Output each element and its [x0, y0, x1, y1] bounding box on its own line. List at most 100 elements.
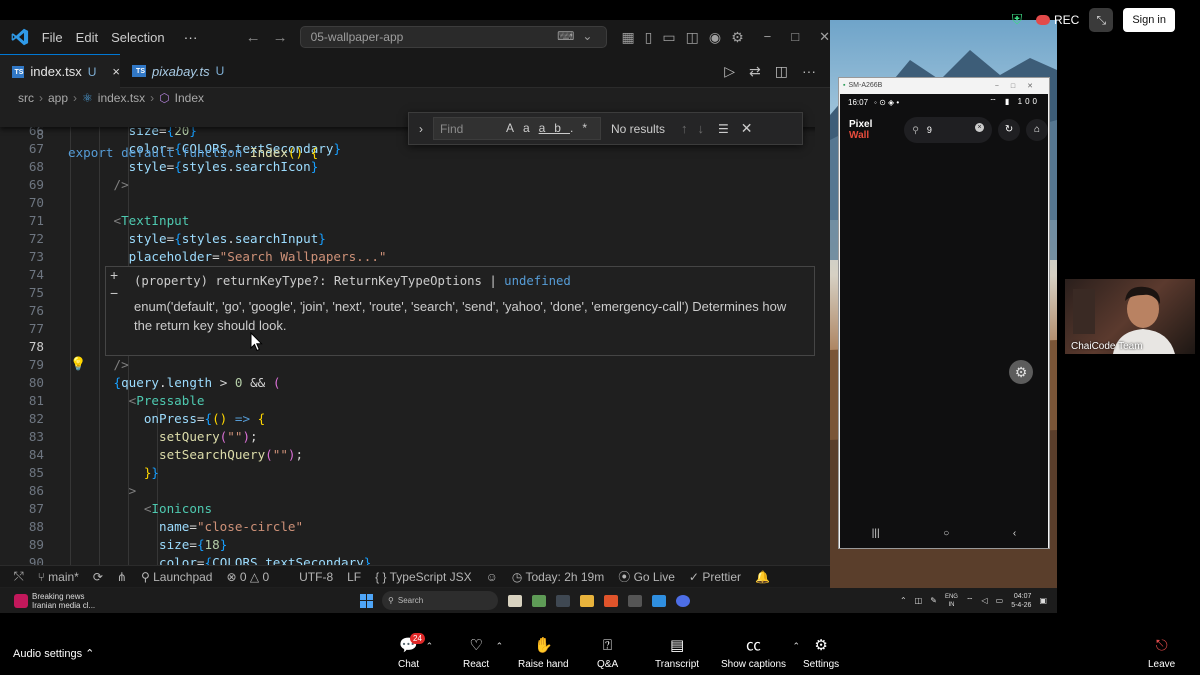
sync-icon[interactable]: ⟳ — [93, 570, 103, 584]
windows-start-icon[interactable] — [360, 593, 374, 608]
tab-close-icon[interactable]: × — [112, 64, 120, 79]
more-actions-icon[interactable]: ··· — [802, 63, 816, 80]
menu-more-button[interactable]: ··· — [184, 29, 198, 45]
find-input[interactable]: Find Aaab.* — [433, 117, 601, 140]
notification-icon[interactable]: ▣ — [1039, 596, 1047, 605]
audio-settings-button[interactable]: Audio settings ⌃ — [13, 647, 94, 660]
taskbar-clock[interactable]: 04:07 5-4-26 — [1011, 592, 1031, 610]
breadcrumb-symbol[interactable]: Index — [175, 91, 204, 105]
split-editor-icon[interactable]: ◫ — [775, 63, 788, 80]
zoom-taskbar-icon[interactable] — [676, 594, 690, 607]
increase-verbosity-icon[interactable]: + — [110, 267, 118, 283]
customize-layout-icon[interactable]: ▦ — [621, 29, 634, 46]
wakatime-item[interactable]: ◷ Today: 2h 19m — [512, 570, 604, 584]
home-button-icon[interactable]: ○ — [943, 528, 949, 539]
maximize-icon[interactable]: □ — [791, 29, 799, 45]
qa-button[interactable]: ⍰ Q&A — [597, 637, 618, 670]
language-mode-item[interactable]: { } TypeScript JSX — [375, 570, 472, 584]
next-match-icon[interactable]: ↓ — [698, 121, 715, 136]
maximize-icon[interactable]: □ — [1011, 83, 1027, 90]
sign-in-button[interactable]: Sign in — [1123, 8, 1175, 32]
settings-button[interactable]: ⚙ Settings — [803, 637, 839, 670]
brave-browser-icon[interactable] — [604, 594, 618, 607]
leave-button[interactable]: ⎋ Leave — [1148, 637, 1175, 670]
command-center[interactable]: 05-wallpaper-app ⌨⌄ — [299, 26, 608, 48]
floating-settings-gear-icon[interactable]: ⚙ — [1009, 360, 1033, 384]
close-find-icon[interactable]: ✕ — [741, 120, 753, 137]
close-icon[interactable]: ✕ — [1027, 83, 1045, 90]
terminal-app-icon[interactable] — [556, 594, 570, 607]
chevron-up-icon[interactable]: ⌃ — [426, 641, 434, 652]
volume-icon[interactable]: ◁ — [981, 596, 987, 605]
decrease-verbosity-icon[interactable]: − — [110, 285, 118, 301]
menu-selection[interactable]: Selection — [111, 30, 164, 45]
breadcrumb-src[interactable]: src — [18, 91, 34, 105]
tab-pixabay-ts[interactable]: TS pixabay.ts U — [120, 54, 230, 88]
transcript-button[interactable]: ▤ Transcript — [655, 637, 699, 670]
close-icon[interactable]: ✕ — [819, 29, 830, 45]
recording-indicator[interactable]: REC — [1036, 13, 1079, 27]
encoding-item[interactable]: UTF-8 — [299, 570, 333, 584]
react-button[interactable]: ♡ React ⌃ — [463, 637, 503, 670]
tray-app-icon-2[interactable]: ✎ — [930, 596, 937, 605]
copilot-icon[interactable]: ⌨⌄ — [557, 29, 600, 43]
eol-item[interactable]: LF — [347, 570, 361, 584]
chevron-up-icon[interactable]: ⌃ — [900, 596, 907, 605]
toggle-panel-icon[interactable]: ▭ — [662, 29, 675, 46]
toggle-secondary-sidebar-icon[interactable]: ◫ — [686, 29, 699, 46]
lightbulb-icon[interactable]: 💡 — [70, 356, 86, 372]
news-widget[interactable]: Breaking news Iranian media cl... — [14, 592, 134, 610]
copilot-app-icon[interactable] — [532, 594, 546, 607]
regex-toggle[interactable]: .* — [570, 121, 596, 135]
recents-icon[interactable]: ||| — [872, 528, 880, 539]
previous-match-icon[interactable]: ↑ — [681, 121, 698, 136]
chevron-up-icon[interactable]: ⌃ — [496, 641, 504, 652]
launchpad-item[interactable]: ⚲ Launchpad — [141, 570, 213, 584]
back-arrow-icon[interactable]: ← — [246, 29, 261, 46]
file-explorer-icon[interactable] — [580, 594, 594, 607]
minimize-icon[interactable]: − — [995, 83, 1011, 90]
tray-app-icon[interactable]: ◫ — [915, 596, 923, 605]
problems-count[interactable]: ⊗ 0 △ 0 — [226, 570, 269, 584]
forward-arrow-icon[interactable]: → — [273, 29, 288, 46]
toggle-primary-sidebar-icon[interactable]: ▯ — [645, 29, 653, 46]
chevron-up-icon[interactable]: ⌃ — [793, 641, 801, 652]
find-in-selection-icon[interactable]: ☰ — [718, 122, 729, 136]
battery-icon[interactable]: ▭ — [996, 596, 1004, 605]
remote-icon[interactable]: ⤲ — [14, 569, 24, 584]
back-icon[interactable]: ‹ — [1013, 528, 1016, 539]
go-live-item[interactable]: ⦿ Go Live — [618, 568, 675, 585]
toggle-replace-icon[interactable]: › — [409, 122, 433, 136]
wallpaper-search-input[interactable]: ⚲ 9 × — [904, 117, 993, 143]
menu-edit[interactable]: Edit — [76, 30, 98, 45]
prettier-item[interactable]: ✓ Prettier — [689, 570, 741, 584]
match-word-toggle[interactable]: ab — [539, 121, 570, 135]
task-view-icon[interactable] — [508, 594, 522, 607]
wifi-icon[interactable]: ⌔ — [966, 596, 974, 606]
tab-index-tsx[interactable]: TS index.tsx U × — [0, 54, 120, 88]
breadcrumb-file[interactable]: index.tsx — [98, 91, 145, 105]
taskbar-search[interactable]: ⚲ Search — [382, 591, 498, 610]
menu-file[interactable]: File — [42, 30, 63, 45]
git-graph-icon[interactable]: ⋔ — [117, 570, 127, 584]
show-captions-button[interactable]: ㏄ Show captions ⌃ — [721, 637, 800, 670]
exit-fullscreen-icon[interactable]: ⤡ — [1089, 8, 1114, 32]
security-shield-icon[interactable]: ⛨ — [1008, 11, 1026, 29]
home-icon[interactable]: ⌂ — [1026, 119, 1048, 141]
copilot-status-icon[interactable]: ☺ — [486, 570, 498, 584]
run-icon[interactable]: ▷ — [724, 63, 735, 80]
notifications-bell-icon[interactable]: 🔔 — [755, 570, 770, 584]
open-changes-icon[interactable]: ⇄ — [749, 63, 761, 80]
input-language[interactable]: ENG IN — [945, 593, 958, 609]
chat-button[interactable]: 💬 24 Chat ⌃ — [398, 633, 433, 670]
obs-app-icon[interactable] — [628, 594, 642, 607]
match-case-toggle[interactable]: Aa — [506, 121, 539, 135]
settings-gear-icon[interactable]: ⚙ — [731, 29, 744, 46]
vscode-logo-icon[interactable] — [10, 27, 30, 47]
minimize-icon[interactable]: − — [764, 29, 772, 45]
clear-search-icon[interactable]: × — [975, 123, 985, 132]
refresh-icon[interactable]: ↻ — [998, 119, 1021, 141]
vscode-taskbar-icon[interactable] — [652, 594, 666, 607]
breadcrumb-app[interactable]: app — [48, 91, 68, 105]
branch-icon[interactable]: ⑂ main* — [38, 570, 79, 584]
